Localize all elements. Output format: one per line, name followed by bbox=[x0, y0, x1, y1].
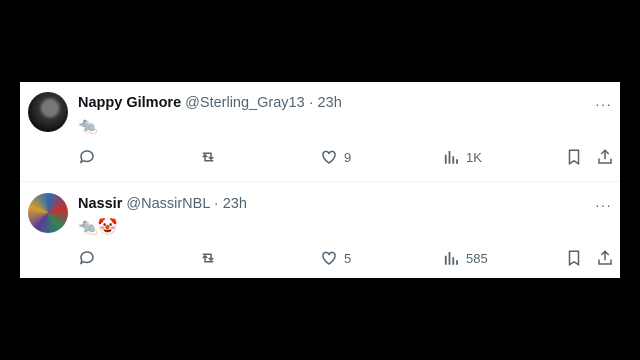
tweet-text: 🐀🤡 bbox=[78, 219, 118, 236]
share-button[interactable] bbox=[596, 148, 614, 166]
more-options-icon[interactable]: ··· bbox=[595, 96, 612, 112]
tweet[interactable]: Nassir @NassirNBL · 23h ··· 🐀🤡 5 585 bbox=[20, 183, 620, 281]
like-button[interactable]: 9 bbox=[320, 148, 351, 166]
avatar[interactable] bbox=[28, 193, 68, 233]
handle[interactable]: @NassirNBL bbox=[126, 196, 209, 212]
like-icon bbox=[322, 150, 336, 164]
bookmark-icon bbox=[568, 250, 580, 267]
views-button[interactable]: 1K bbox=[442, 148, 482, 166]
like-count: 9 bbox=[344, 149, 352, 165]
bookmark-icon bbox=[568, 149, 580, 166]
divider bbox=[20, 181, 620, 182]
tweet-panel: Nappy Gilmore @Sterling_Gray13 · 23h ···… bbox=[20, 82, 620, 278]
views-icon bbox=[444, 151, 458, 164]
avatar[interactable] bbox=[28, 92, 68, 132]
like-icon bbox=[322, 251, 336, 265]
more-options-icon[interactable]: ··· bbox=[595, 197, 612, 213]
retweet-button[interactable] bbox=[199, 148, 223, 166]
views-button[interactable]: 585 bbox=[442, 249, 488, 267]
timestamp[interactable]: · 23h bbox=[214, 196, 247, 212]
bookmark-button[interactable] bbox=[565, 148, 583, 166]
share-icon bbox=[598, 149, 612, 164]
views-count: 585 bbox=[466, 250, 488, 266]
views-icon bbox=[444, 252, 458, 265]
tweet[interactable]: Nappy Gilmore @Sterling_Gray13 · 23h ···… bbox=[20, 82, 620, 180]
share-button[interactable] bbox=[596, 249, 614, 267]
handle[interactable]: @Sterling_Gray13 bbox=[185, 95, 305, 111]
reply-button[interactable] bbox=[78, 249, 102, 267]
like-button[interactable]: 5 bbox=[320, 249, 351, 267]
reply-icon bbox=[79, 251, 94, 265]
reply-button[interactable] bbox=[78, 148, 102, 166]
reply-icon bbox=[79, 150, 94, 164]
like-count: 5 bbox=[344, 250, 352, 266]
share-icon bbox=[598, 250, 612, 265]
action-bar: 9 1K bbox=[78, 148, 618, 168]
bookmark-button[interactable] bbox=[565, 249, 583, 267]
retweet-icon bbox=[202, 152, 214, 162]
views-count: 1K bbox=[466, 149, 482, 165]
tweet-header: Nassir @NassirNBL · 23h bbox=[78, 196, 247, 212]
timestamp[interactable]: · 23h bbox=[309, 95, 342, 111]
display-name[interactable]: Nappy Gilmore bbox=[78, 95, 181, 111]
retweet-button[interactable] bbox=[199, 249, 223, 267]
tweet-text: 🐀 bbox=[78, 118, 98, 135]
display-name[interactable]: Nassir bbox=[78, 196, 122, 212]
retweet-icon bbox=[202, 253, 214, 263]
action-bar: 5 585 bbox=[78, 249, 618, 269]
tweet-header: Nappy Gilmore @Sterling_Gray13 · 23h bbox=[78, 95, 342, 111]
